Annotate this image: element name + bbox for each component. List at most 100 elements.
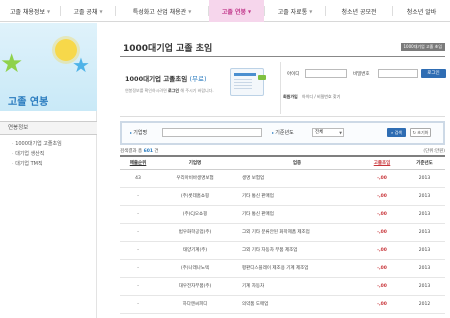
cell-rank: - [120, 295, 156, 314]
table-row[interactable]: - 대우전자부품(주) 기계 자동차 -,00 2013 [120, 277, 445, 296]
password-label: 비밀번호 [353, 72, 370, 77]
cell-company[interactable]: 태양기계(주) [156, 241, 234, 260]
find-account-link[interactable]: 아이디 / 비밀번호 찾기 [302, 94, 340, 99]
cell-year: 2013 [404, 223, 445, 242]
sidebar-item-tm[interactable]: 대기업 TM직 [12, 159, 62, 169]
result-prefix: 검색결과 총 [120, 149, 143, 154]
cell-industry: 기타 통신 판매업 [234, 187, 360, 206]
cell-rank: 43 [120, 169, 156, 188]
cell-rank: - [120, 259, 156, 278]
cell-industry: 그외 기타 자동차 부품 제조업 [234, 241, 360, 260]
reset-button[interactable]: ↻ 초기화 [410, 128, 431, 137]
table-row[interactable]: - (주)CJ오쇼핑 기타 통신 판매업 -,00 2013 [120, 205, 445, 224]
monitor-badge [258, 75, 266, 80]
table-row[interactable]: 43 우리아비바생명보험 생명 보험업 -,00 2013 [120, 169, 445, 188]
cell-industry: 그외 기타 분류안된 화학제품 제조업 [234, 223, 360, 242]
cell-year: 2013 [404, 277, 445, 296]
table-row[interactable]: - (주)롯데홈쇼핑 기타 통신 판매업 -,00 2013 [120, 187, 445, 206]
cell-industry: 기타 통신 판매업 [234, 205, 360, 224]
unit-note: (단위:만원) [423, 149, 445, 154]
result-count: 601 [143, 149, 153, 154]
col-header-rank[interactable]: 매출순위 [120, 155, 156, 170]
nav-item-industry-recruit[interactable]: 특성화고 산업 채용관 ▼ [116, 0, 208, 22]
nav-item-contest[interactable]: 청소년 공모전 [326, 0, 392, 22]
result-summary: 검색결과 총 601 건 [120, 148, 159, 154]
sidebar-item-1000-companies[interactable]: 1000대기업 고졸초임 [12, 139, 62, 149]
cell-company[interactable]: 하다엔씨피디 [156, 295, 234, 314]
sidebar-item-production[interactable]: 대기업 생산직 [12, 149, 62, 159]
nav-item-label: 특성화고 산업 채용관 [132, 8, 187, 16]
cell-starting-pay: -,00 [360, 295, 404, 314]
cell-starting-pay: -,00 [360, 205, 404, 224]
cell-year: 2013 [404, 187, 445, 206]
id-input[interactable] [305, 69, 347, 78]
cell-company[interactable]: (주)나래나노텍 [156, 259, 234, 278]
chevron-down-icon: ▼ [309, 8, 313, 14]
title-divider [120, 56, 445, 57]
nav-item-parttime[interactable]: 청소년 알바 [393, 0, 450, 22]
cell-rank: - [120, 187, 156, 206]
col-header-starting-pay[interactable]: 고졸초임 [360, 155, 404, 170]
nav-item-resources[interactable]: 고졸 자료통 ▼ [265, 0, 325, 22]
nav-item-label: 고졸 연봉 [221, 8, 247, 16]
promo-desc-bold: 로그인 [168, 88, 180, 93]
reset-button-label: 초기화 [417, 130, 429, 135]
login-box: 아이디 비밀번호 로그인 회원가입 아이디 / 비밀번호 찾기 [280, 62, 446, 114]
nav-item-salary[interactable]: 고졸 연봉 ▼ [209, 0, 264, 22]
cell-rank: - [120, 205, 156, 224]
cell-starting-pay: -,00 [360, 223, 404, 242]
table-row[interactable]: - (주)나래나노텍 평판디스플레이 제조용 기계 제조업 -,00 2013 [120, 259, 445, 278]
cell-year: 2012 [404, 295, 445, 314]
chevron-down-icon: ▼ [46, 8, 51, 14]
sidebar-menu: 1000대기업 고졸초임 대기업 생산직 대기업 TM직 [12, 139, 62, 169]
table-row[interactable]: - 하다엔씨피디 의약품 도매업 -,00 2012 [120, 295, 445, 314]
salary-table: 매출순위 기업명 업종 고졸초임 기준년도 43 우리아비바생명보험 생명 보험… [120, 155, 445, 314]
login-button[interactable]: 로그인 [421, 69, 446, 78]
table-header-row: 매출순위 기업명 업종 고졸초임 기준년도 [120, 155, 445, 170]
cell-starting-pay: -,00 [360, 259, 404, 278]
cell-company[interactable]: (주)롯데홈쇼핑 [156, 187, 234, 206]
nav-item-label: 고졸 자료통 [277, 8, 308, 16]
cell-year: 2013 [404, 205, 445, 224]
search-button[interactable]: ⌕ 검색 [387, 128, 406, 137]
nav-item-recruit[interactable]: 고졸 공채 ▼ [61, 0, 115, 22]
join-link[interactable]: 회원가입 [283, 94, 298, 99]
cell-year: 2013 [404, 169, 445, 188]
promo-description: 연봉정보를 확인하시려면 로그인 해 주시기 바랍니다. [125, 88, 214, 94]
sidebar: ★ ★ 고졸 연봉 연봉정보 1000대기업 고졸초임 대기업 생산직 대기업 … [0, 23, 97, 318]
nav-item-jobs[interactable]: 고졸 채용정보 ▼ [0, 0, 60, 22]
table-row[interactable]: - 범우화학공업(주) 그외 기타 분류안된 화학제품 제조업 -,00 201… [120, 223, 445, 242]
star-icon: ★ [0, 49, 24, 79]
cell-company[interactable]: 우리아비바생명보험 [156, 169, 234, 188]
cell-company[interactable]: 대우전자부품(주) [156, 277, 234, 296]
chevron-down-icon: ▼ [248, 8, 252, 14]
base-year-value: 전체 [315, 130, 324, 135]
cell-company[interactable]: 범우화학공업(주) [156, 223, 234, 242]
promo-panel: 1000대기업 고졸초임 (무료) 연봉정보를 확인하시려면 로그인 해 주시기… [120, 58, 446, 117]
cell-rank: - [120, 223, 156, 242]
promo-title-text: 1000대기업 고졸초임 [125, 75, 188, 83]
cell-industry: 생명 보험업 [234, 169, 360, 188]
cell-industry: 평판디스플레이 제조용 기계 제조업 [234, 259, 360, 278]
login-links: 회원가입 아이디 / 비밀번호 찾기 [283, 94, 340, 100]
table-row[interactable]: - 태양기계(주) 그외 기타 자동차 부품 제조업 -,00 2013 [120, 241, 445, 260]
promo-desc-pre: 연봉정보를 확인하시려면 [125, 88, 167, 93]
cell-starting-pay: -,00 [360, 277, 404, 296]
cell-industry: 기계 자동차 [234, 277, 360, 296]
cell-company[interactable]: (주)CJ오쇼핑 [156, 205, 234, 224]
monitor-illustration-icon [230, 68, 266, 96]
cell-rank: - [120, 277, 156, 296]
col-header-industry: 업종 [234, 155, 360, 170]
sidebar-banner-title: 고졸 연봉 [8, 97, 49, 108]
base-year-select[interactable]: 전체 ▼ [312, 128, 344, 137]
refresh-icon: ↻ [412, 130, 417, 135]
password-input[interactable] [378, 69, 418, 78]
base-year-label: 기준년도 [272, 129, 293, 136]
nav-item-label: 고졸 공채 [73, 8, 98, 16]
cell-starting-pay: -,00 [360, 187, 404, 206]
sidebar-banner: ★ ★ 고졸 연봉 [0, 23, 97, 111]
promo-title: 1000대기업 고졸초임 (무료) [125, 73, 207, 83]
nav-item-label: 청소년 알바 [406, 8, 437, 16]
company-name-input[interactable] [162, 128, 262, 137]
breadcrumb: 1000대기업 고졸 초임 [400, 43, 445, 51]
